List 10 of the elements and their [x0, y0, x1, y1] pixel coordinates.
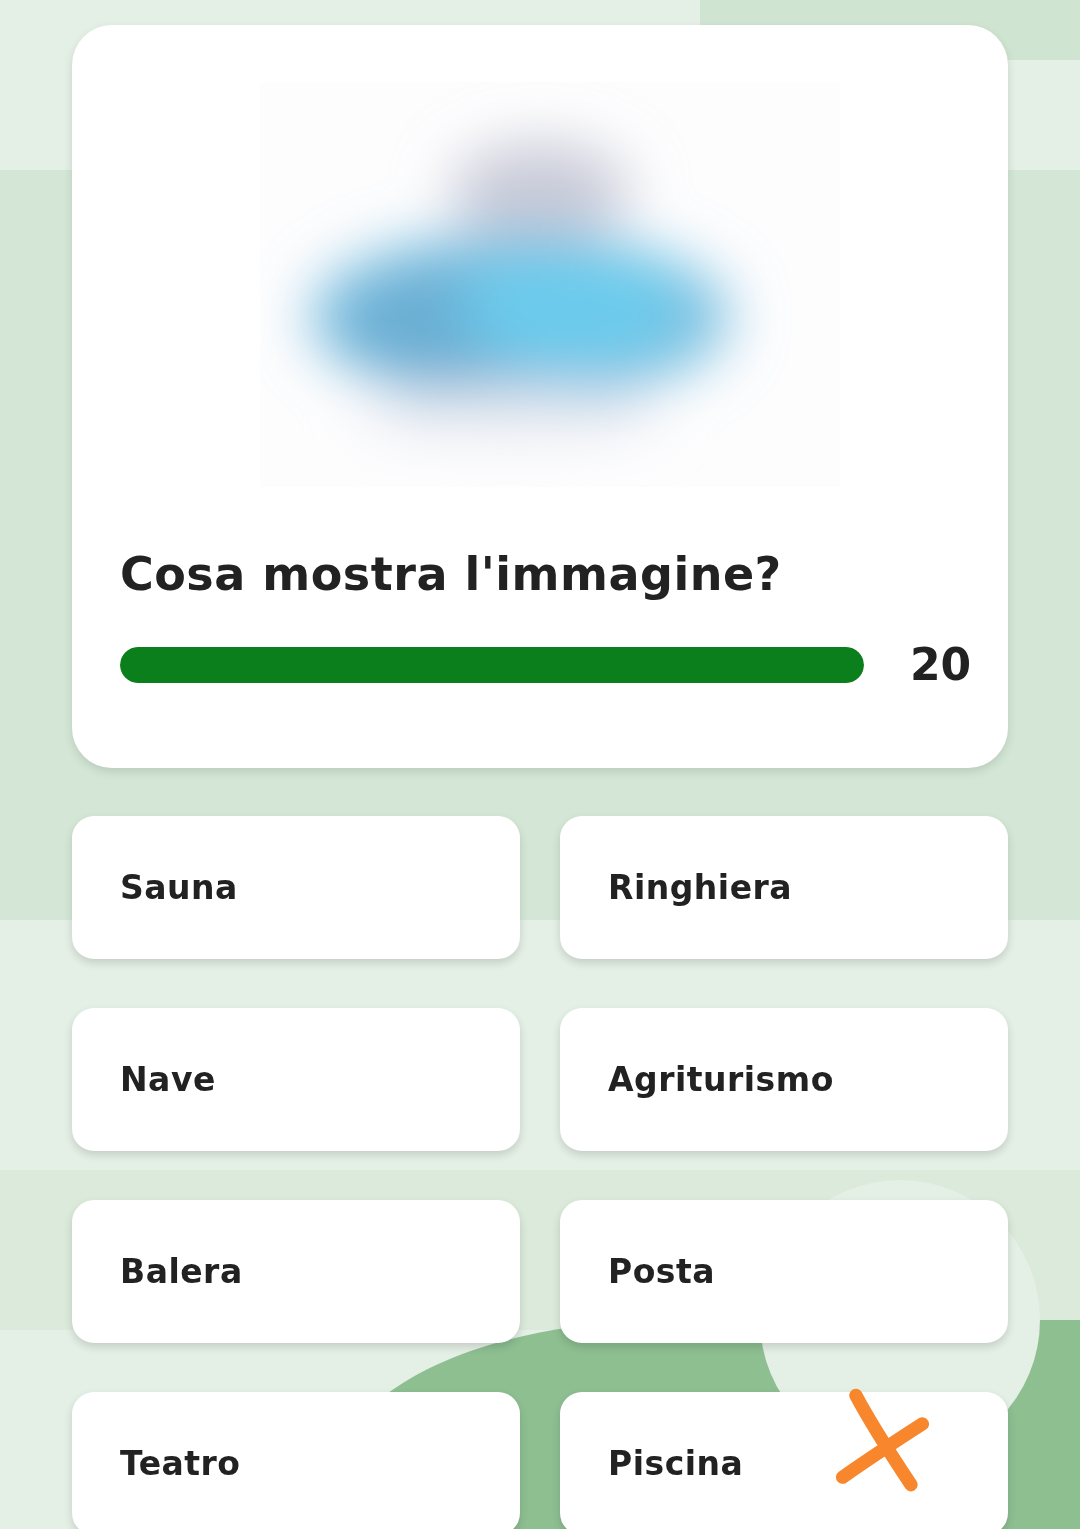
answer-button[interactable]: Piscina [560, 1392, 1008, 1529]
answer-button[interactable]: Nave [72, 1008, 520, 1151]
answer-button[interactable]: Teatro [72, 1392, 520, 1529]
timer-count: 20 [910, 639, 972, 690]
answer-button[interactable]: Posta [560, 1200, 1008, 1343]
answer-button[interactable]: Ringhiera [560, 816, 1008, 959]
question-text: Cosa mostra l'immagine? [120, 547, 783, 601]
answer-button[interactable]: Balera [72, 1200, 520, 1343]
answer-button[interactable]: Agriturismo [560, 1008, 1008, 1151]
answer-button[interactable]: Sauna [72, 816, 520, 959]
